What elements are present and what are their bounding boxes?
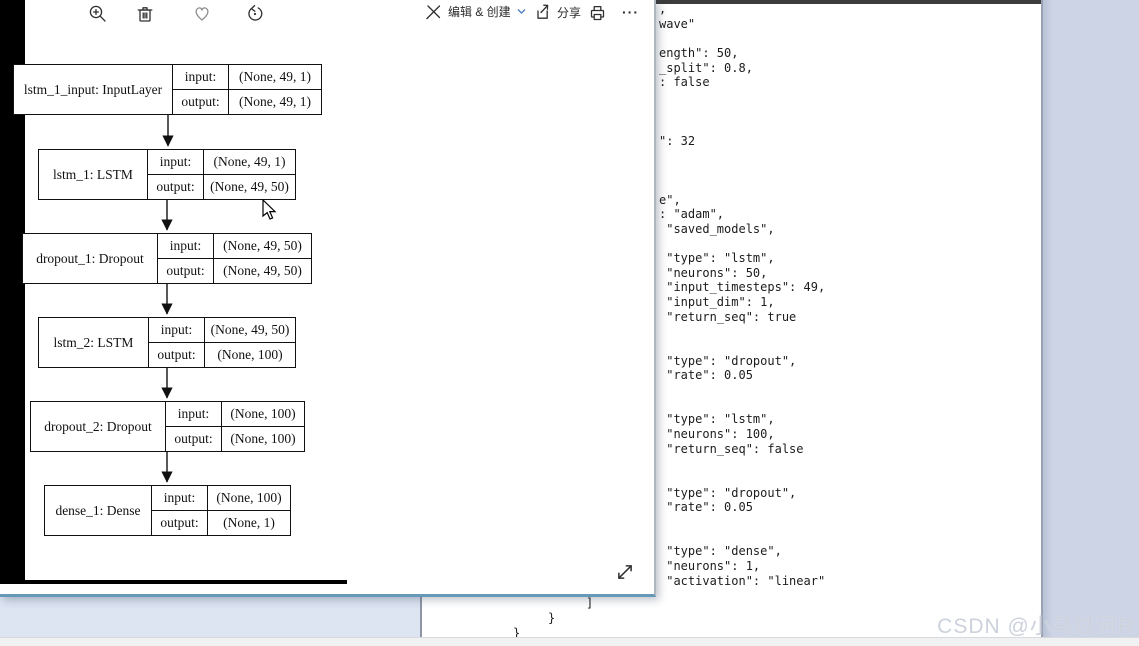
- node-input-label: input:: [148, 150, 204, 175]
- more-button[interactable]: ···: [622, 4, 639, 20]
- node-input-shape: (None, 49, 50): [214, 234, 311, 259]
- closing-brace: }: [548, 611, 556, 625]
- mouse-cursor: [262, 199, 277, 220]
- node-output-shape: (None, 49, 50): [223, 262, 302, 278]
- photo-viewer-window: 编辑 & 创建 分享 ··· lstm_1_input: InputLayer …: [0, 0, 656, 597]
- node-output-label: output:: [158, 258, 214, 283]
- diagram-node-dense-1: dense_1: Dense input: (None, 100) output…: [44, 485, 291, 536]
- diagram-node-input-layer: lstm_1_input: InputLayer input: (None, 4…: [13, 64, 322, 115]
- right-background-panel: [1043, 0, 1139, 637]
- config-json-text: , wave" ength": 50, _split": 0.8, : fals…: [659, 2, 826, 588]
- node-name: dropout_2: Dropout: [31, 402, 166, 451]
- node-output-label: output:: [148, 174, 204, 199]
- more-ellipsis-icon: ···: [622, 4, 639, 20]
- diagram-node-lstm-1: lstm_1: LSTM input: (None, 49, 1) output…: [38, 149, 296, 200]
- node-output-shape: (None, 100): [217, 346, 283, 362]
- photo-black-edge-bottom: [0, 580, 347, 584]
- node-input-shape: (None, 49, 1): [204, 150, 295, 175]
- node-name: lstm_1_input: InputLayer: [14, 65, 173, 114]
- node-output-shape: (None, 49, 1): [239, 93, 311, 109]
- node-input-label: input:: [166, 402, 222, 427]
- node-output-label: output:: [166, 426, 222, 451]
- node-name: dense_1: Dense: [45, 486, 152, 535]
- node-input-label: input:: [149, 318, 205, 343]
- printer-icon: [590, 5, 605, 21]
- node-input-shape: (None, 100): [208, 486, 290, 511]
- zoom-in-icon: [89, 5, 106, 22]
- screen: , wave" ength": 50, _split": 0.8, : fals…: [0, 0, 1139, 646]
- edit-create-icon: [426, 5, 441, 20]
- node-output-shape: (None, 100): [230, 430, 296, 446]
- node-input-label: input:: [173, 65, 229, 90]
- share-label: 分享: [557, 5, 582, 20]
- share-icon: [537, 4, 549, 19]
- node-output-label: output:: [173, 89, 229, 114]
- node-input-shape: (None, 100): [222, 402, 304, 427]
- edit-create-button[interactable]: 编辑 & 创建: [425, 3, 526, 20]
- node-name: dropout_1: Dropout: [23, 234, 158, 283]
- print-button[interactable]: [588, 3, 607, 22]
- node-output-label: output:: [149, 342, 205, 367]
- chevron-down-icon: [517, 9, 526, 14]
- node-output-label: output:: [152, 510, 208, 535]
- closing-bracket: ]: [586, 596, 594, 610]
- trash-icon: [137, 7, 153, 22]
- share-button[interactable]: 分享: [533, 3, 581, 21]
- csdn-watermark: CSDN @小马过河R: [937, 615, 1134, 638]
- node-input-shape: (None, 49, 1): [229, 65, 321, 90]
- node-name: lstm_2: LSTM: [39, 318, 149, 367]
- diagram-node-lstm-2: lstm_2: LSTM input: (None, 49, 50) outpu…: [38, 317, 296, 368]
- edit-create-label: 编辑 & 创建: [448, 5, 511, 19]
- node-input-shape: (None, 49, 50): [205, 318, 295, 343]
- zoom-in-button[interactable]: [88, 4, 108, 24]
- favorite-button[interactable]: [192, 3, 212, 23]
- expand-button[interactable]: [615, 562, 635, 582]
- bottom-left-background-panel: [0, 597, 420, 637]
- rotate-button[interactable]: [245, 4, 265, 24]
- diagram-node-dropout-1: dropout_1: Dropout input: (None, 49, 50)…: [22, 233, 312, 284]
- node-name: lstm_1: LSTM: [39, 150, 148, 199]
- delete-button[interactable]: [135, 4, 155, 24]
- node-output-shape: (None, 49, 50): [210, 178, 289, 194]
- rotate-icon: [248, 4, 263, 21]
- node-input-label: input:: [152, 486, 208, 511]
- diagram-node-dropout-2: dropout_2: Dropout input: (None, 100) ou…: [30, 401, 305, 452]
- resize-diagonal-icon: [618, 565, 632, 579]
- node-output-shape: (None, 1): [223, 514, 275, 530]
- node-input-label: input:: [158, 234, 214, 259]
- heart-icon: [195, 7, 209, 21]
